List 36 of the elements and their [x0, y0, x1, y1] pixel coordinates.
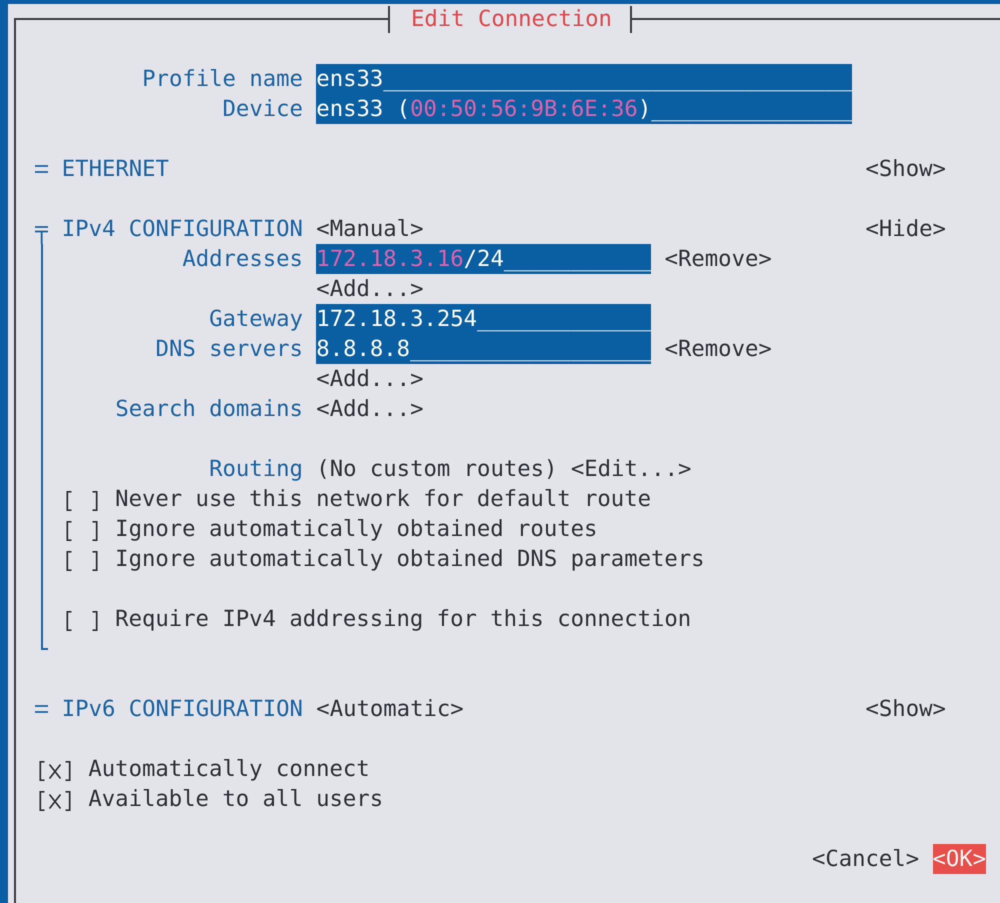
field-label: Addresses — [182, 246, 303, 272]
field-label: Gateway — [209, 306, 303, 332]
mode-button[interactable]: <Automatic> — [316, 694, 464, 724]
checkbox-label: Never use this network for default route — [115, 485, 651, 514]
section-title: IPv4 CONFIGURATION — [62, 215, 303, 244]
checkbox[interactable] — [66, 490, 98, 510]
checkbox[interactable] — [39, 760, 71, 780]
edit-button[interactable]: <Edit...> — [570, 454, 692, 484]
add-button[interactable]: <Add...> — [316, 364, 424, 394]
add-button[interactable]: <Add...> — [316, 274, 424, 304]
checkbox-label: Available to all users — [88, 785, 384, 814]
checkbox-label: Ignore automatically obtained DNS parameters — [115, 545, 705, 574]
section-title: IPv6 CONFIGURATION — [62, 695, 303, 724]
checkbox-label: Ignore automatically obtained routes — [115, 515, 598, 544]
routing-status: (No custom routes) — [316, 455, 558, 484]
checkbox-label: Require IPv4 addressing for this connection — [115, 605, 692, 634]
checkbox[interactable] — [66, 610, 98, 630]
toggle-button[interactable]: <Show> — [866, 154, 946, 184]
mode-button[interactable]: <Manual> — [316, 214, 424, 244]
field-label: Device — [222, 96, 303, 122]
remove-button[interactable]: <Remove> — [664, 244, 772, 274]
dialog-button[interactable]: <Cancel> — [812, 844, 920, 874]
field-label: DNS servers — [156, 336, 303, 362]
checkbox[interactable] — [39, 790, 71, 810]
checkbox[interactable] — [66, 550, 98, 570]
toggle-button[interactable]: <Hide> — [866, 214, 946, 244]
section-title: ETHERNET — [62, 155, 169, 184]
checkbox[interactable] — [66, 520, 98, 540]
window-title: Edit Connection — [411, 5, 612, 34]
add-button[interactable]: <Add...> — [316, 394, 424, 424]
field-label: Search domains — [115, 396, 303, 422]
field-label: Routing — [209, 456, 303, 482]
checkbox-label: Automatically connect — [88, 755, 370, 784]
field-label: Profile name — [142, 66, 303, 92]
remove-button[interactable]: <Remove> — [664, 334, 772, 364]
toggle-button[interactable]: <Show> — [866, 694, 946, 724]
